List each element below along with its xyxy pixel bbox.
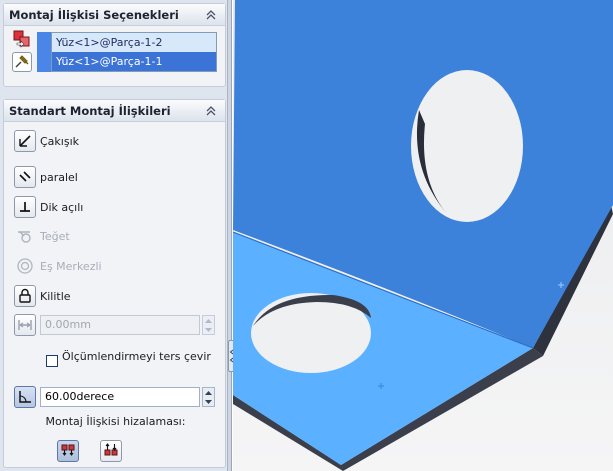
spin-up-icon[interactable] [203,388,214,397]
lock-mate-button[interactable]: Kilitle [14,285,71,307]
coincident-mate-button[interactable]: Çakışık [14,130,79,152]
selection-item-selected[interactable]: Yüz<1>@Parça-1-1 [52,52,216,71]
mate-selections-list[interactable]: Yüz<1>@Parça-1-2 Yüz<1>@Parça-1-1 [51,32,217,72]
mate-selection-icon [12,29,32,49]
coincident-icon [14,130,36,152]
concentric-label: Eş Merkezli [40,259,102,273]
selection-color-strip [37,32,51,72]
angle-spinner[interactable] [202,387,215,407]
mate-alignment-label: Montaj İlişkisi hizalaması: [45,415,186,428]
tangent-label: Teğet [40,229,70,243]
distance-input[interactable]: 0.00mm [40,315,200,335]
flip-dimension-label: Ölçümlendirmeyi ters çevir [62,350,211,363]
parallel-label: paralel [40,170,78,184]
mate-selections-header[interactable]: Montaj İlişkisi Seçenekleri [4,4,225,26]
standard-mates-title: Standart Montaj İlişkileri [9,103,171,118]
spin-up-icon[interactable] [203,316,214,325]
distance-spinner[interactable] [202,315,215,335]
tangent-icon [14,225,36,247]
aligned-button[interactable] [57,440,79,462]
tangent-mate-button[interactable]: Teğet [14,225,70,247]
anti-aligned-icon [103,442,119,461]
concentric-icon [14,255,36,277]
aligned-icon [60,442,76,461]
spin-down-icon[interactable] [203,325,214,334]
selection-item[interactable]: Yüz<1>@Parça-1-2 [52,33,216,52]
angle-input[interactable]: 60.00derece [40,387,200,407]
lock-label: Kilitle [40,289,71,303]
anti-aligned-button[interactable] [100,440,122,462]
standard-mates-header[interactable]: Standart Montaj İlişkileri [4,100,225,122]
parallel-icon [14,166,36,188]
perpendicular-label: Dik açılı [40,200,84,214]
model-view [233,0,613,471]
parallel-mate-button[interactable]: paralel [14,166,78,188]
mate-selections-title: Montaj İlişkisi Seçenekleri [9,7,179,22]
lock-icon [14,285,36,307]
panel-splitter[interactable] [228,0,232,471]
concentric-mate-button[interactable]: Eş Merkezli [14,255,102,277]
graphics-area[interactable] [233,0,613,471]
mate-selections-group: Montaj İlişkisi Seçenekleri Yüz<1>@Parça… [3,3,226,87]
standard-mates-group: Standart Montaj İlişkileri Çakışık paral… [3,99,226,468]
back-plate-hole [411,70,523,222]
pushpin-icon[interactable] [12,52,32,72]
double-chevron-up-icon[interactable] [204,104,218,118]
spin-down-icon[interactable] [203,397,214,406]
property-manager-panel: Montaj İlişkisi Seçenekleri Yüz<1>@Parça… [0,0,228,471]
perpendicular-mate-button[interactable]: Dik açılı [14,196,83,218]
coincident-label: Çakışık [40,134,80,148]
flip-dimension-checkbox[interactable] [46,355,58,367]
perpendicular-icon [14,196,36,218]
distance-icon[interactable] [14,314,36,336]
double-chevron-up-icon[interactable] [204,8,218,22]
angle-icon[interactable] [14,386,36,408]
